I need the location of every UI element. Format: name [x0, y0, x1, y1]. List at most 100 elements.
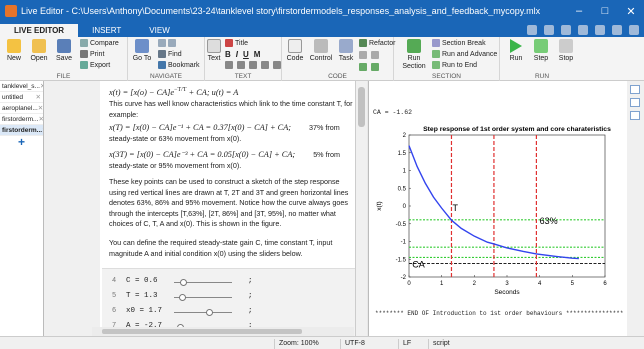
text-button[interactable]: Text: [206, 39, 222, 62]
run-to-end-button[interactable]: Run to End: [432, 61, 477, 69]
parameter-slider[interactable]: [174, 309, 232, 316]
bookmark-button[interactable]: Bookmark: [158, 61, 200, 69]
title-style-dropdown[interactable]: Title: [225, 39, 248, 47]
file-name: tanklevel_s...: [2, 83, 40, 90]
add-file-button[interactable]: +: [0, 136, 43, 148]
eq1-exponent: −T/T: [174, 87, 187, 93]
eq2-main: x(T) = [x(0) − CA]e⁻¹ + CA = 0.37[x(0) −…: [109, 123, 292, 132]
close-file-icon[interactable]: ✕: [40, 81, 43, 91]
slider-knob[interactable]: [179, 294, 187, 301]
task-button[interactable]: Task: [336, 39, 356, 62]
parameter-slider[interactable]: [174, 294, 232, 301]
scroll-thumb[interactable]: [358, 87, 365, 127]
align-left-icon[interactable]: [249, 61, 257, 69]
editor-vertical-scrollbar[interactable]: [355, 81, 367, 336]
file-tab[interactable]: firstorderm...✕: [0, 114, 43, 125]
file-tab[interactable]: aeroplanel... ✕: [0, 103, 43, 114]
comment-icon[interactable]: [359, 51, 367, 59]
y-tick-label: -1: [401, 240, 407, 246]
run-button[interactable]: Run: [506, 39, 526, 62]
equation-2: x(T) = [x(0) − CA]e⁻¹ + CA = 0.37[x(0) −…: [109, 123, 340, 134]
eq1-main: x(t) = [x(o) − CA]e: [109, 87, 175, 97]
run-to-end-label: Run to End: [442, 61, 478, 69]
paste-icon[interactable]: [578, 24, 588, 35]
close-file-icon[interactable]: ✕: [38, 103, 43, 113]
maximize-button[interactable]: □: [592, 5, 618, 17]
hscroll-thumb[interactable]: [102, 329, 302, 334]
equation-3: x(3T) = [x(0) − CA]e⁻³ + CA = 0.05[x(0) …: [109, 150, 340, 161]
new-button[interactable]: New: [4, 39, 24, 62]
close-file-icon[interactable]: ✕: [36, 92, 41, 102]
step-label: Step: [533, 55, 549, 62]
stop-button[interactable]: Stop: [556, 39, 576, 62]
x-tick-label: 6: [603, 281, 607, 287]
y-tick-label: 1: [403, 169, 407, 175]
zoom-status[interactable]: Zoom: 100%: [274, 339, 319, 349]
run-advance-label: Run and Advance: [442, 50, 498, 58]
tab-insert[interactable]: INSERT: [78, 24, 135, 37]
paragraph-characteristics: This curve has well know characteristics…: [109, 99, 353, 119]
control-button[interactable]: Control: [308, 39, 334, 62]
live-editor-pane[interactable]: x(t) = [x(o) − CA]e−T/T + CA; u(t) = A T…: [100, 81, 355, 336]
numbered-list-icon[interactable]: [237, 61, 245, 69]
refactor-icon: [359, 39, 367, 47]
close-file-icon[interactable]: ✕: [38, 114, 43, 124]
bold-button[interactable]: B: [225, 50, 231, 59]
title-style-label: Title: [235, 39, 248, 47]
align-right-icon[interactable]: [273, 61, 281, 69]
slider-knob[interactable]: [180, 279, 188, 286]
decrease-indent-icon[interactable]: [371, 63, 379, 71]
parameter-slider[interactable]: [174, 279, 232, 286]
copy-icon[interactable]: [561, 24, 571, 35]
output-inline-icon[interactable]: [630, 85, 640, 94]
window-title: Live Editor - C:\Users\Anthony\Documents…: [21, 6, 541, 16]
section-group: Run Section Section Break Run and Advanc…: [394, 37, 500, 81]
indent-icon[interactable]: [371, 51, 379, 59]
open-label: Open: [30, 55, 48, 62]
forward-arrow-icon: [168, 39, 176, 47]
refactor-button[interactable]: Refactor: [359, 39, 395, 47]
monospace-button[interactable]: M: [254, 50, 261, 59]
redo-icon[interactable]: [612, 24, 622, 35]
close-button[interactable]: ✕: [618, 5, 644, 18]
file-tab[interactable]: tanklevel_s...✕: [0, 81, 43, 92]
tab-view[interactable]: VIEW: [135, 24, 183, 37]
compare-button[interactable]: Compare: [80, 39, 119, 47]
slider-knob[interactable]: [206, 309, 214, 316]
underline-button[interactable]: U: [243, 50, 249, 59]
run-to-end-icon: [432, 61, 440, 69]
step-button[interactable]: Step: [531, 39, 551, 62]
undo-icon[interactable]: [595, 24, 605, 35]
goto-button[interactable]: Go To: [131, 39, 153, 62]
paragraph-63: steady-state or 63% movement from x(0).: [109, 134, 242, 143]
run-section-icon: [407, 39, 421, 53]
export-label: Export: [90, 61, 111, 69]
step-response-figure[interactable]: Step response of 1st order system and co…: [369, 121, 628, 306]
tab-live-editor[interactable]: LIVE EDITOR: [0, 24, 79, 37]
code-block[interactable]: 4C = 0.6; 5 T = 1.3; 6 x0 = 1.7; 7 A = -2.7;: [102, 268, 355, 336]
paragraph-sliders: You can define the required steady-state…: [109, 238, 333, 258]
save-icon[interactable]: [527, 24, 537, 35]
help-icon[interactable]: [629, 24, 639, 35]
bullet-list-icon[interactable]: [225, 61, 233, 69]
section-break-button[interactable]: Section Break: [432, 39, 486, 47]
run-section-button[interactable]: Run Section: [400, 39, 428, 71]
minimize-button[interactable]: –: [566, 5, 592, 17]
align-center-icon[interactable]: [261, 61, 269, 69]
back-forward-buttons[interactable]: [158, 39, 176, 47]
export-button[interactable]: Export: [80, 61, 110, 69]
output-right-icon[interactable]: [630, 98, 640, 107]
smart-indent-icon[interactable]: [359, 63, 367, 71]
file-tab[interactable]: untitled ✕: [0, 92, 43, 103]
editor-horizontal-scrollbar[interactable]: [92, 327, 354, 336]
code-button[interactable]: Code: [285, 39, 305, 62]
open-button[interactable]: Open: [28, 39, 50, 62]
find-button[interactable]: Find: [158, 50, 182, 58]
hide-code-icon[interactable]: [630, 111, 640, 120]
print-button[interactable]: Print: [80, 50, 104, 58]
run-advance-button[interactable]: Run and Advance: [432, 50, 497, 58]
cut-icon[interactable]: [544, 24, 554, 35]
italic-button[interactable]: I: [236, 50, 238, 59]
close-file-icon[interactable]: ✕: [42, 125, 43, 135]
save-button[interactable]: Save: [53, 39, 75, 62]
